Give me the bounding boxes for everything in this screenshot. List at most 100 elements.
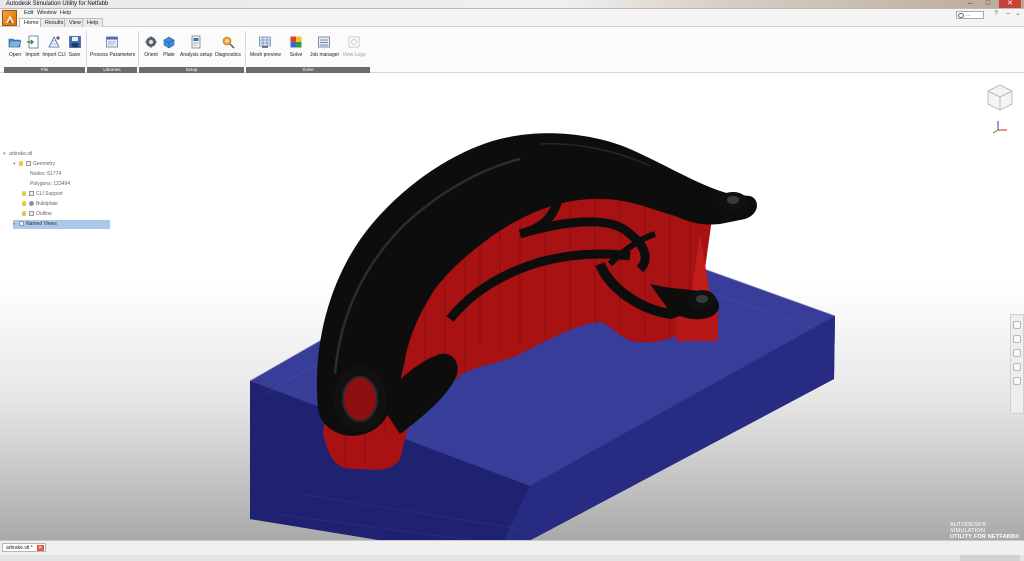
axis-triad-icon — [992, 121, 1007, 134]
support-icon — [29, 191, 34, 197]
outline-icon — [29, 211, 34, 217]
menu-help[interactable]: Help — [60, 10, 71, 17]
tree-item-outline[interactable]: Outline — [22, 210, 52, 219]
analysis-setup-label: Analysis setup — [180, 52, 213, 58]
ribbon-options-icon[interactable]: ⌄ — [1014, 11, 1022, 19]
import-cli-button[interactable]: Import CLI — [42, 35, 66, 61]
save-label: Save — [68, 52, 81, 58]
plate-label: Plate — [163, 52, 175, 58]
mesh-preview-button[interactable]: Mesh preview — [250, 35, 281, 61]
analysis-setup-icon — [189, 35, 203, 49]
tree-item-buildplate[interactable]: Buildplate — [22, 200, 58, 209]
mesh-preview-label: Mesh preview — [250, 52, 281, 58]
buildplate-icon — [29, 201, 34, 207]
tree-outline-label: Outline — [36, 211, 52, 217]
import-label: Import — [25, 52, 40, 58]
tab-help[interactable]: Help — [82, 18, 104, 27]
tree-geometry-label: Geometry — [33, 161, 55, 167]
ribbon-separator — [138, 31, 139, 66]
application-menu-button[interactable] — [2, 10, 17, 26]
job-manager-icon — [317, 35, 331, 49]
view-logs-icon — [347, 35, 361, 49]
user-label: ... — [966, 12, 971, 18]
ribbon-separator — [245, 31, 246, 66]
polygons-count: Polygons: 123494 — [30, 181, 71, 187]
visibility-bulb-icon[interactable] — [19, 161, 23, 167]
plate-button[interactable]: Plate — [161, 35, 177, 61]
process-parameters-button[interactable]: Process Parameters — [90, 35, 136, 61]
help-icon[interactable]: ? — [992, 11, 1000, 19]
diagnostics-label: Diagnostics — [215, 52, 241, 58]
import-button[interactable]: Import — [24, 35, 41, 61]
orient-button[interactable]: Orient — [143, 35, 159, 61]
visibility-bulb-icon[interactable] — [22, 201, 26, 207]
solve-button[interactable]: Solve — [285, 35, 307, 61]
process-parameters-icon — [105, 35, 119, 49]
user-account-dropdown[interactable]: ... — [956, 11, 984, 19]
job-manager-label: Job manager — [310, 52, 340, 58]
minimize-ribbon-icon[interactable]: – — [1004, 11, 1012, 19]
group-setup: Setup — [139, 67, 244, 73]
navigation-bar — [1010, 314, 1024, 414]
group-file: File — [4, 67, 85, 73]
look-icon[interactable] — [1013, 377, 1021, 385]
pan-icon[interactable] — [1013, 335, 1021, 343]
job-manager-button[interactable]: Job manager — [310, 35, 340, 61]
minimize-button[interactable]: – — [962, 0, 978, 8]
visibility-bulb-icon[interactable] — [22, 211, 26, 217]
tree-item-cli-support[interactable]: CLI Support — [22, 190, 63, 199]
import-icon — [26, 35, 40, 49]
document-tab[interactable]: arbrake.stl * ✕ — [2, 543, 46, 552]
steering-wheel-icon[interactable] — [1013, 321, 1021, 329]
visibility-bulb-icon[interactable] — [22, 191, 26, 197]
tree-cli-support-label: CLI Support — [36, 191, 63, 197]
group-solve: Solve — [246, 67, 370, 73]
folder-open-icon — [8, 35, 22, 49]
autodesk-brand-watermark: AUTODESK® SIMULATION UTILITY FOR NETFABB… — [950, 522, 1020, 540]
save-button[interactable]: Save — [67, 35, 82, 61]
mesh-preview-icon — [258, 35, 272, 49]
maximize-button[interactable]: □ — [980, 0, 996, 8]
window-title: Autodesk Simulation Utility for Netfabb — [6, 1, 109, 7]
menu-strip: Edit Window Help Home Results View Help … — [0, 9, 1024, 28]
close-button[interactable]: ✕ — [999, 0, 1021, 8]
brand-line-1: AUTODESK® SIMULATION — [950, 522, 987, 534]
tree-named-views-label: Named Views — [26, 221, 57, 227]
status-bar — [0, 555, 1024, 561]
solve-label: Solve — [289, 52, 303, 58]
document-tab-label: arbrake.stl * — [6, 545, 33, 551]
tree-buildplate-label: Buildplate — [36, 201, 58, 207]
view-logs-label: View Logs — [342, 52, 366, 58]
geometry-icon — [26, 161, 31, 167]
document-tab-bar: arbrake.stl * ✕ — [0, 540, 1024, 561]
model-tree: ▾ arbrake.stl ▾ Geometry Nodes: 61774 Poly… — [0, 148, 112, 230]
open-label: Open — [8, 52, 22, 58]
import-cli-label: Import CLI — [42, 52, 66, 58]
orient-icon — [144, 35, 158, 49]
viewcube-icon[interactable] — [985, 82, 1015, 112]
process-parameters-label: Process Parameters — [90, 52, 136, 58]
tree-item-nodes: Nodes: 61774 — [30, 170, 61, 179]
3d-viewport[interactable]: ▾ arbrake.stl ▾ Geometry Nodes: 61774 Poly… — [0, 74, 1024, 540]
status-progress-track — [960, 555, 1020, 561]
diagnostics-icon — [221, 35, 235, 49]
zoom-icon[interactable] — [1013, 349, 1021, 357]
menu-edit[interactable]: Edit — [24, 10, 33, 17]
tree-item-root[interactable]: ▾ arbrake.stl — [3, 150, 32, 159]
open-button[interactable]: Open — [7, 35, 23, 61]
orbit-icon[interactable] — [1013, 363, 1021, 371]
build-scene[interactable] — [0, 74, 1024, 540]
plate-icon — [162, 35, 176, 49]
menu-window[interactable]: Window — [37, 10, 57, 17]
orient-label: Orient — [144, 52, 158, 58]
analysis-setup-button[interactable]: Analysis setup — [180, 35, 212, 61]
view-logs-button[interactable]: View Logs — [341, 35, 367, 61]
nodes-count: Nodes: 61774 — [30, 171, 62, 177]
import-cli-icon — [47, 35, 61, 49]
netfabb-logo-icon — [6, 15, 14, 23]
document-close-button[interactable]: ✕ — [36, 545, 44, 551]
tree-item-named-views[interactable]: ▸ Named Views — [13, 220, 110, 229]
diagnostics-button[interactable]: Diagnostics — [215, 35, 241, 61]
named-views-icon — [19, 221, 24, 227]
tree-item-geometry[interactable]: ▾ Geometry — [13, 160, 55, 169]
